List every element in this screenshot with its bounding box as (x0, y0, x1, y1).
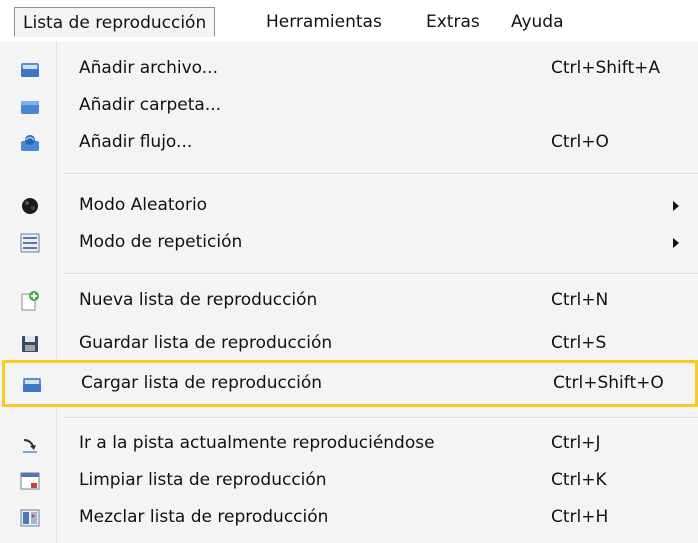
shuffle-list-icon (20, 508, 40, 528)
menu-separator-highlight (64, 274, 698, 275)
menu-herramientas[interactable]: Herramientas (266, 7, 382, 37)
menu-lista-de-reproduccion[interactable]: Lista de reproducción (14, 7, 216, 37)
menu-item-repeat-mode[interactable]: Modo de repetición (0, 224, 698, 261)
menu-item-mix-playlist[interactable]: Mezclar lista de reproducción Ctrl+H (0, 499, 698, 536)
menu-item-jump-to-current[interactable]: Ir a la pista actualmente reproduciéndos… (0, 425, 698, 462)
menu-item-label: Añadir flujo... (79, 132, 193, 152)
menu-item-shortcut: Ctrl+H (551, 507, 609, 527)
menu-item-shortcut: Ctrl+Shift+O (553, 373, 664, 393)
menu-item-add-stream[interactable]: Añadir flujo... Ctrl+O (0, 124, 698, 161)
menu-item-load-playlist[interactable]: Cargar lista de reproducción Ctrl+Shift+… (2, 360, 698, 407)
shuffle-icon (20, 196, 40, 216)
menu-item-label: Modo Aleatorio (79, 195, 208, 215)
clear-list-icon (20, 471, 40, 491)
menu-extras[interactable]: Extras (426, 7, 480, 37)
menu-item-label: Guardar lista de reproducción (79, 333, 333, 353)
menu-item-label: Nueva lista de reproducción (79, 290, 318, 310)
menubar: Lista de reproducción Herramientas Extra… (0, 0, 698, 42)
new-document-icon (20, 291, 40, 311)
menu-item-label: Cargar lista de reproducción (81, 373, 323, 393)
menu-item-new-playlist[interactable]: Nueva lista de reproducción Ctrl+N (0, 282, 698, 319)
menu-item-label: Añadir carpeta... (79, 95, 222, 115)
menu-item-shortcut: Ctrl+K (551, 470, 607, 490)
menu-item-shortcut: Ctrl+N (551, 290, 609, 310)
menu-ayuda[interactable]: Ayuda (511, 7, 564, 37)
menu-item-save-playlist[interactable]: Guardar lista de reproducción Ctrl+S (0, 325, 698, 362)
menu-item-label: Añadir archivo... (79, 58, 218, 78)
menu-item-label: Mezclar lista de reproducción (79, 507, 329, 527)
folder-icon (20, 96, 40, 116)
submenu-arrow-icon (673, 201, 679, 211)
menu-item-label: Ir a la pista actualmente reproduciéndos… (79, 433, 435, 453)
menu-item-shuffle-mode[interactable]: Modo Aleatorio (0, 187, 698, 224)
menu-item-label: Modo de repetición (79, 232, 243, 252)
menu-item-add-file[interactable]: Añadir archivo... Ctrl+Shift+A (0, 50, 698, 87)
submenu-arrow-icon (673, 238, 679, 248)
menu-item-shortcut: Ctrl+S (551, 333, 607, 353)
folder-open-icon (22, 374, 42, 394)
menu-item-shortcut: Ctrl+O (551, 132, 609, 152)
network-folder-icon (20, 133, 40, 153)
menu-item-clear-playlist[interactable]: Limpiar lista de reproducción Ctrl+K (0, 462, 698, 499)
menu-separator-highlight (64, 418, 698, 419)
jump-arrow-icon (20, 434, 40, 454)
repeat-list-icon (20, 233, 40, 253)
menu-item-shortcut: Ctrl+Shift+A (551, 58, 661, 78)
menu-item-shortcut: Ctrl+J (551, 433, 601, 453)
folder-open-icon (20, 59, 40, 79)
menu-item-label: Limpiar lista de reproducción (79, 470, 327, 490)
menu-item-add-folder[interactable]: Añadir carpeta... (0, 87, 698, 124)
menu-separator-highlight (64, 174, 698, 175)
floppy-disk-icon (20, 334, 40, 354)
